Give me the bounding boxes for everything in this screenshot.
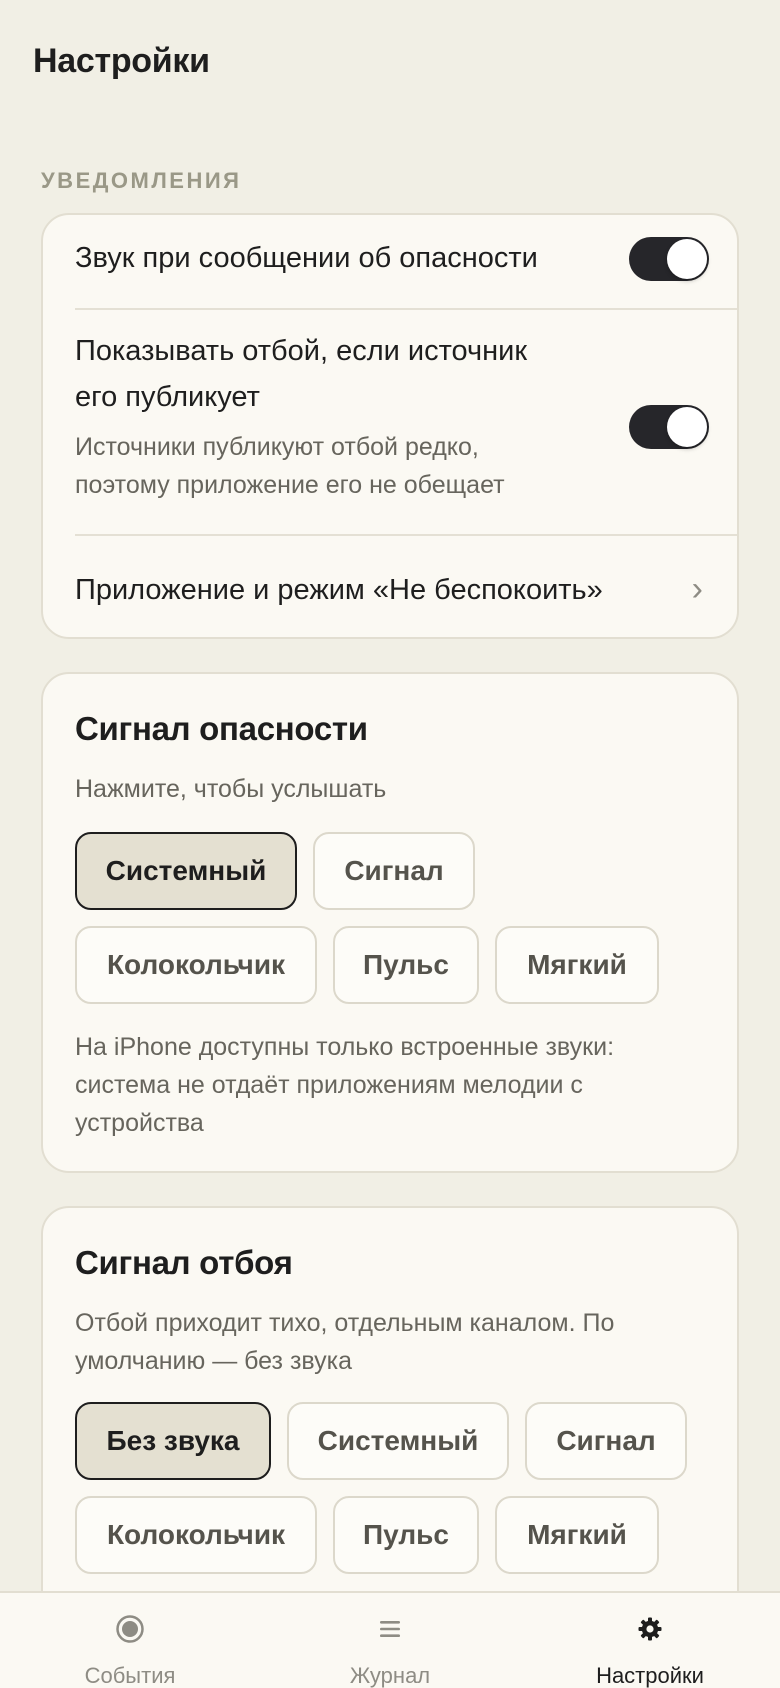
danger-sound-option-pulse[interactable]: Пульс: [333, 926, 479, 1004]
show-all-clear-label-line1: Показывать отбой, если источник: [75, 335, 528, 367]
danger-signal-note-line3: устройства: [75, 1109, 204, 1137]
toggle-knob: [667, 407, 707, 447]
show-all-clear-toggle[interactable]: [629, 405, 709, 449]
chevron-right-icon: ›: [691, 570, 703, 608]
show-all-clear-description: Источники публикуют отбой редко, поэтому…: [75, 428, 557, 504]
notifications-card: Звук при сообщении об опасности Показыва…: [41, 213, 739, 639]
list-icon: [300, 1611, 480, 1647]
danger-signal-title: Сигнал опасности: [75, 710, 368, 747]
divider: [75, 534, 737, 536]
tab-settings-label: Настройки: [596, 1663, 704, 1688]
dnd-settings-label: Приложение и режим «Не беспокоить»: [75, 574, 603, 606]
show-all-clear-row[interactable]: Показывать отбой, если источник его публ…: [75, 328, 557, 504]
tab-events-label: События: [84, 1663, 176, 1688]
all-clear-signal-card: Сигнал отбоя Отбой приходит тихо, отдель…: [41, 1206, 739, 1626]
danger-signal-note-line2: система не отдаёт приложениям мелодии с: [75, 1071, 583, 1099]
danger-sound-option-soft[interactable]: Мягкий: [495, 926, 659, 1004]
danger-signal-note: На iPhone доступны только встроенные зву…: [75, 1028, 705, 1142]
toggle-knob: [667, 239, 707, 279]
divider: [75, 308, 737, 310]
show-all-clear-label-line2: его публикует: [75, 381, 260, 413]
tab-settings[interactable]: Настройки: [560, 1593, 740, 1688]
danger-sound-toggle[interactable]: [629, 237, 709, 281]
dnd-settings-link[interactable]: Приложение и режим «Не беспокоить» ›: [75, 567, 737, 617]
danger-signal-note-line1: На iPhone доступны только встроенные зву…: [75, 1033, 615, 1061]
danger-sound-option-signal[interactable]: Сигнал: [313, 832, 475, 910]
radio-dot-icon: [40, 1611, 220, 1647]
tab-events[interactable]: События: [40, 1593, 220, 1688]
gear-icon: [560, 1611, 740, 1647]
danger-sound-option-bell[interactable]: Колокольчик: [75, 926, 317, 1004]
section-label-notifications: УВЕДОМЛЕНИЯ: [41, 168, 242, 193]
all-clear-signal-title: Сигнал отбоя: [75, 1244, 293, 1281]
all-clear-sound-option-system[interactable]: Системный: [287, 1402, 509, 1480]
all-clear-sound-option-silent[interactable]: Без звука: [75, 1402, 271, 1480]
all-clear-subtitle-line2: умолчанию — без звука: [75, 1347, 353, 1375]
danger-sound-option-system[interactable]: Системный: [75, 832, 297, 910]
all-clear-sound-option-signal[interactable]: Сигнал: [525, 1402, 687, 1480]
all-clear-sound-option-bell[interactable]: Колокольчик: [75, 1496, 317, 1574]
tab-journal-label: Журнал: [349, 1663, 431, 1688]
danger-signal-card: Сигнал опасности Нажмите, чтобы услышать…: [41, 672, 739, 1173]
page-title: Настройки: [33, 42, 210, 80]
danger-signal-subtitle: Нажмите, чтобы услышать: [75, 775, 387, 803]
all-clear-subtitle-line1: Отбой приходит тихо, отдельным каналом. …: [75, 1309, 615, 1337]
all-clear-sound-option-pulse[interactable]: Пульс: [333, 1496, 479, 1574]
tab-journal[interactable]: Журнал: [300, 1593, 480, 1688]
all-clear-signal-subtitle: Отбой приходит тихо, отдельным каналом. …: [75, 1304, 705, 1380]
all-clear-sound-option-soft[interactable]: Мягкий: [495, 1496, 659, 1574]
tab-bar: События Журнал Настройки: [0, 1591, 780, 1688]
show-all-clear-sub-line1: Источники публикуют отбой редко,: [75, 433, 479, 461]
settings-screen: Настройки УВЕДОМЛЕНИЯ Звук при сообщении…: [0, 0, 780, 1688]
show-all-clear-sub-line2: поэтому приложение его не обещает: [75, 471, 505, 499]
